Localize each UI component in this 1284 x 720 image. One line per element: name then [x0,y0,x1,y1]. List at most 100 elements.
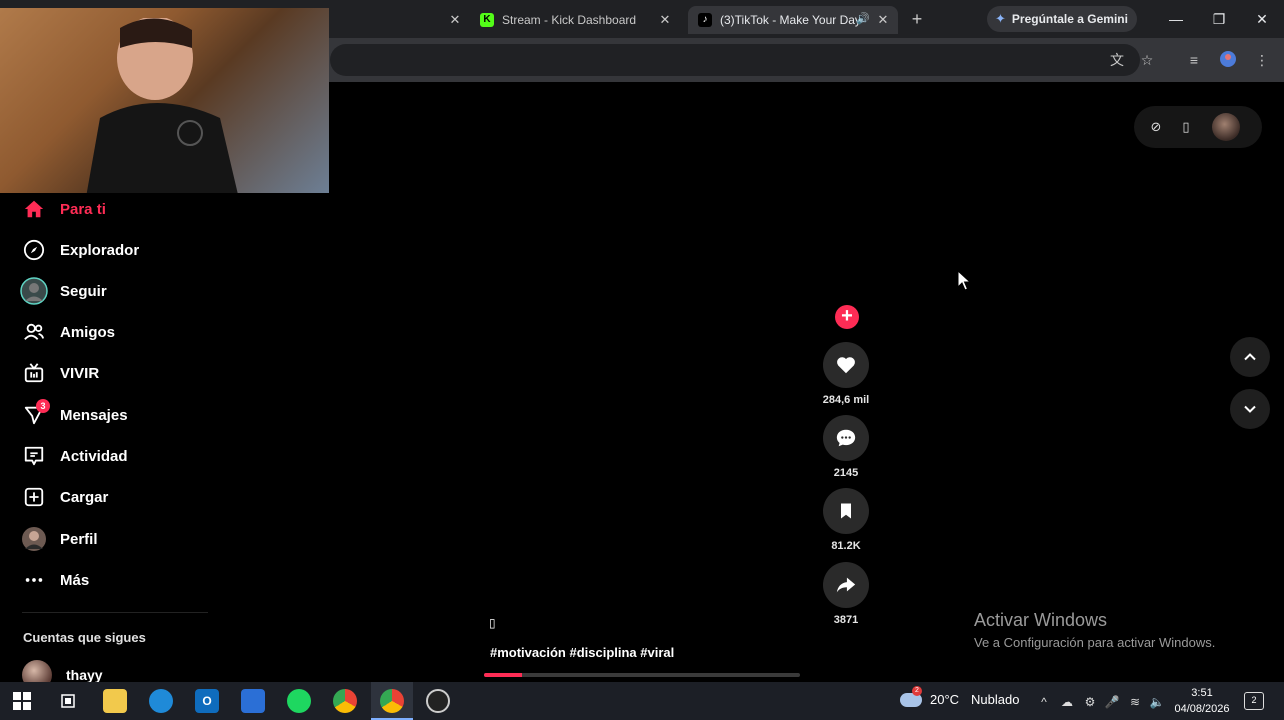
top-right-controls: ⊘ ▯ [1134,106,1262,148]
device-icon[interactable]: ▯ [1176,117,1196,137]
close-tab-icon[interactable]: ✕ [656,11,674,29]
follow-creator-button[interactable]: + [835,305,859,329]
sidebar-item-label: VIVIR [60,364,100,382]
video-caption[interactable]: #motivación #disciplina #viral [490,645,674,660]
save-button[interactable] [823,488,869,534]
tray-app-icon[interactable]: ⚙ [1082,694,1098,710]
sidebar-item-label: Para ti [60,200,106,218]
tray-chevron-up-icon[interactable]: ^ [1036,694,1052,710]
bookmark-star-icon[interactable]: ☆ [1137,50,1157,70]
bookmark-icon [841,503,851,519]
chevron-up-icon [1244,353,1256,361]
new-tab-button[interactable]: + [906,8,928,30]
taskbar-clock[interactable]: 3:51 04/08/2026 [1170,685,1234,717]
weather-desc: Nublado [971,692,1020,707]
webcam-overlay [0,8,329,193]
gemini-sparkle-icon: ✦ [995,11,1006,26]
weather-badge: 2 [912,685,922,696]
store-icon[interactable] [241,689,265,713]
sidebar-item-cargar[interactable]: Cargar [20,482,108,512]
onedrive-icon[interactable]: ☁ [1059,694,1075,710]
like-count: 284,6 mil [822,394,870,406]
file-explorer-icon[interactable] [103,689,127,713]
volume-icon[interactable]: 🔈 [1149,694,1165,710]
sidebar-item-amigos[interactable]: Amigos [20,317,115,347]
tab-tiktok[interactable]: ♪ (3)TikTok - Make Your Day 🔊 ✕ [688,6,898,34]
sidebar-item-mas[interactable]: Más [20,565,89,595]
home-icon [20,195,48,223]
clock-time: 3:51 [1191,687,1213,699]
video-progress-bar[interactable] [484,673,800,677]
sidebar-item-vivir[interactable]: VIVIR [20,358,99,388]
sidebar-item-actividad[interactable]: Actividad [20,441,128,471]
live-tv-icon [20,359,48,387]
spotify-icon[interactable] [287,689,311,713]
sidebar-item-mensajes[interactable]: 3 Mensajes [20,399,128,430]
edge-icon[interactable] [149,689,173,713]
chrome-active-icon[interactable] [380,689,404,713]
activity-icon [20,442,48,470]
sidebar-item-label: Explorador [60,241,140,259]
sidebar-item-para-ti[interactable]: Para ti [20,194,106,224]
kick-favicon-icon: K [480,13,494,27]
wifi-icon[interactable]: ≋ [1127,694,1143,710]
following-header: Cuentas que sigues [23,630,146,645]
compass-icon [20,236,48,264]
like-button[interactable] [823,342,869,388]
notifications-icon[interactable]: 2 [1244,692,1264,710]
weather-widget[interactable]: 2 20°C Nublado [900,685,1020,707]
share-arrow-icon [836,577,856,593]
user-avatar[interactable] [1212,113,1240,141]
browser-menu-icon[interactable]: ⋮ [1252,50,1272,70]
comment-button[interactable] [823,415,869,461]
tab-title: (3)TikTok - Make Your Day [720,13,861,27]
close-window-button[interactable]: ✕ [1250,8,1274,30]
translate-icon[interactable]: 文 [1107,50,1127,70]
comment-count: 2145 [833,467,859,479]
video-progress-fill [484,673,522,677]
microphone-icon[interactable]: 🎤 [1104,694,1120,710]
tab-kick-dashboard[interactable]: K Stream - Kick Dashboard ✕ [470,6,680,34]
close-tab-icon[interactable]: ✕ [446,11,464,29]
windows-start-icon[interactable] [10,689,34,713]
outlook-icon[interactable]: O [195,689,219,713]
comment-icon [836,429,856,447]
sidebar-item-label: Perfil [60,530,98,548]
windows-activation-watermark: Activar Windows Ve a Configuración para … [974,610,1215,650]
upload-icon [20,483,48,511]
media-control-icon[interactable]: ≡ [1184,50,1204,70]
restore-button[interactable]: ❐ [1207,8,1231,30]
profile-icon[interactable] [1218,50,1238,70]
share-button[interactable] [823,562,869,608]
heart-icon [837,357,855,374]
streamer-figure [86,18,238,193]
following-username: thayy [66,667,103,683]
sidebar-divider [22,612,208,613]
previous-video-button[interactable] [1230,337,1270,377]
address-bar[interactable] [330,44,1140,76]
minimize-button[interactable]: — [1164,8,1188,30]
cloud-icon: 2 [900,685,922,707]
messages-badge: 3 [36,399,50,413]
sidebar-item-perfil[interactable]: Perfil [20,524,98,554]
speaker-icon[interactable]: 🔊 [856,12,870,25]
clock-date: 04/08/2026 [1174,703,1230,715]
task-view-icon[interactable] [56,689,80,713]
coins-icon[interactable]: ⊘ [1146,117,1166,137]
sidebar-item-label: Más [60,571,90,589]
sidebar-item-seguir[interactable]: Seguir [20,276,107,306]
watermark-title: Activar Windows [974,610,1108,630]
weather-temp: 20°C [930,692,960,707]
avatar-icon [20,277,48,305]
save-count: 81.2K [831,540,861,552]
friends-icon [20,318,48,346]
next-video-button[interactable] [1230,389,1270,429]
tab-hidden[interactable]: ✕ [330,6,470,34]
gemini-button[interactable]: ✦ Pregúntale a Gemini [987,6,1137,32]
sidebar-item-explorador[interactable]: Explorador [20,235,139,265]
send-icon: 3 [20,399,50,429]
watermark-subtitle: Ve a Configuración para activar Windows. [974,635,1216,650]
obs-icon[interactable] [426,689,450,713]
close-tab-icon[interactable]: ✕ [874,11,892,29]
chrome-icon[interactable] [333,689,357,713]
